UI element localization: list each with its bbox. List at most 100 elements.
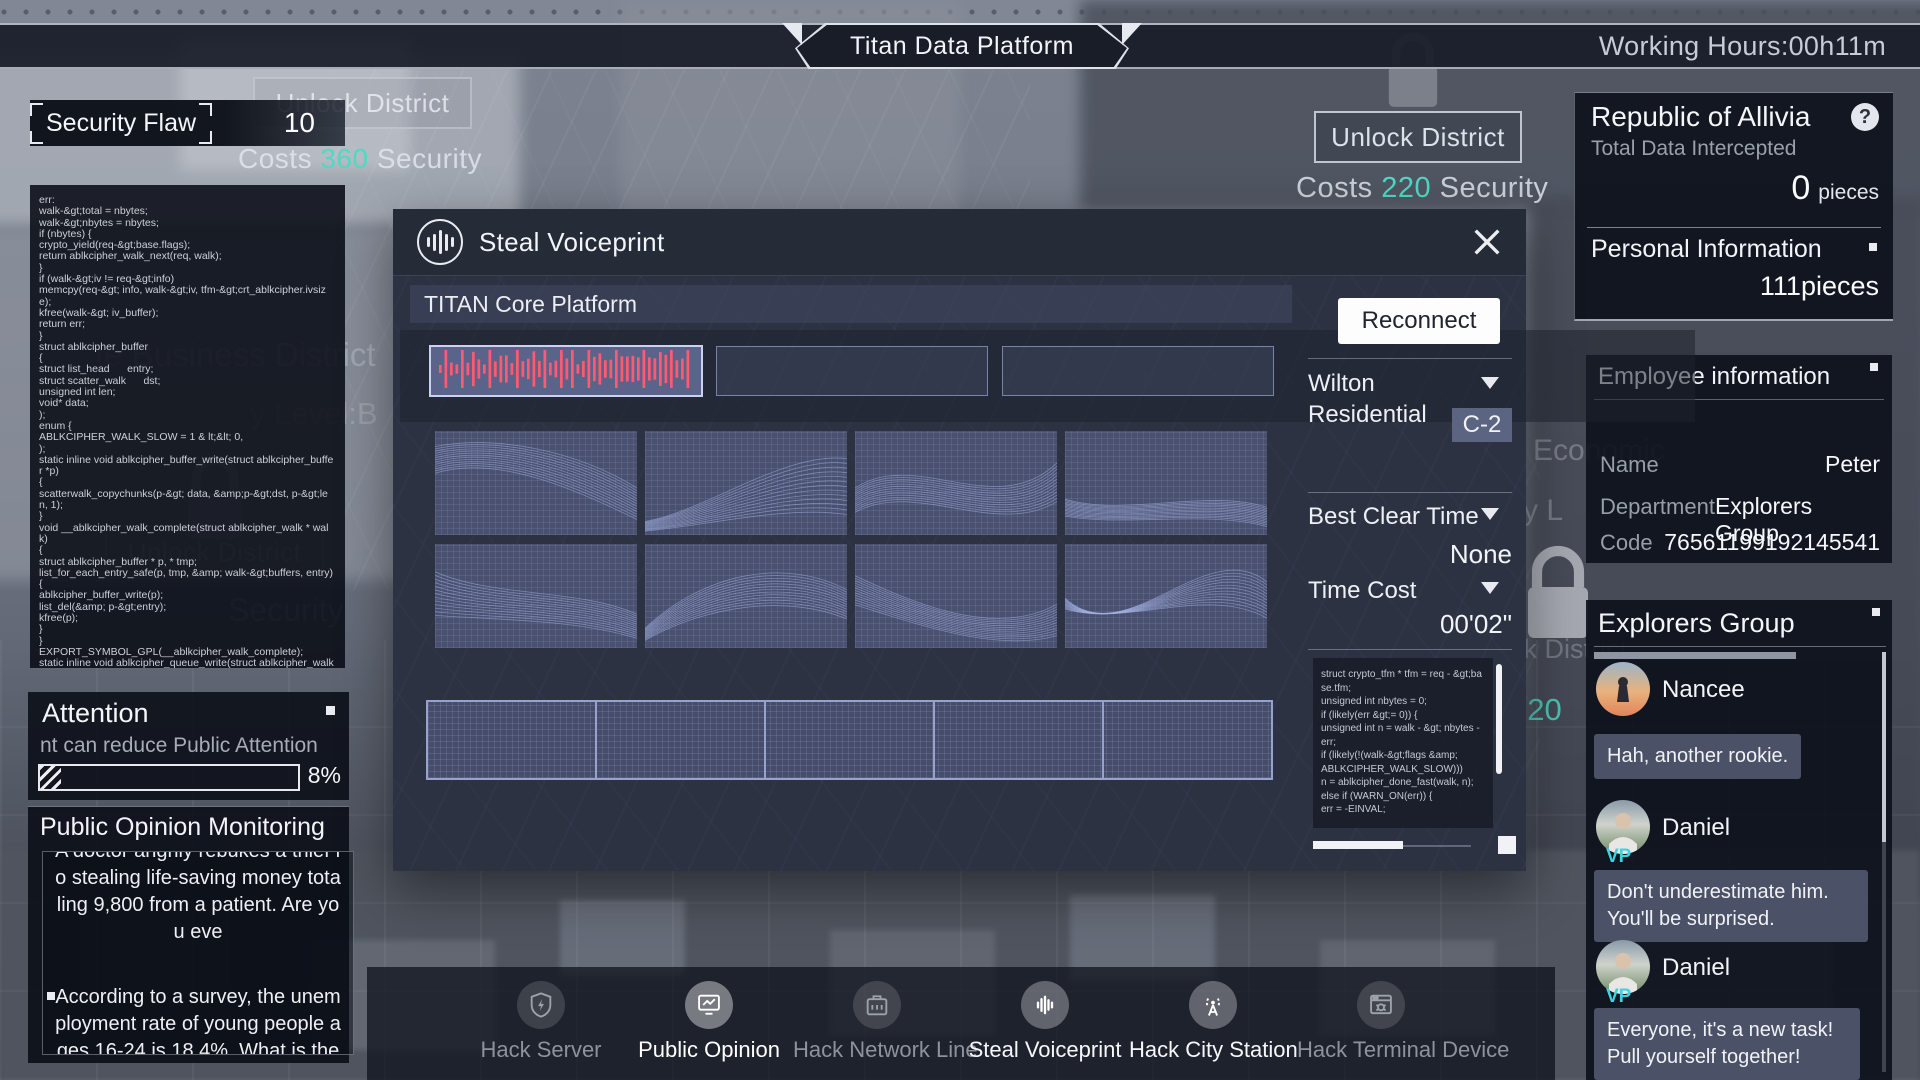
waveform-thumbnail[interactable] xyxy=(645,544,847,648)
divider xyxy=(1594,646,1886,647)
divider xyxy=(1308,358,1512,359)
total-data-value: 0 pieces xyxy=(1791,169,1879,208)
security-flaw-label: Security Flaw xyxy=(46,109,196,137)
public-opinion-panel: Public Opinion Monitoring A doctor angri… xyxy=(28,806,349,1063)
vp-badge: VP xyxy=(1606,986,1631,1008)
timeline-segment xyxy=(597,702,766,778)
chat-sender-name: Nancee xyxy=(1662,676,1745,704)
hack-toolbar: Hack Server Public Opinion Hack Network … xyxy=(367,967,1555,1080)
toolbar-item-hack-terminal-device[interactable]: Hack Terminal Device xyxy=(1297,981,1465,1063)
employee-row: Code 76561199192145541 xyxy=(1600,529,1880,556)
chat-scroll-indicator[interactable] xyxy=(1594,652,1796,659)
attention-progress-bar xyxy=(38,764,300,791)
divider xyxy=(1308,649,1512,650)
personal-information-title: Personal Information xyxy=(1591,235,1822,264)
code-stream-panel: err: walk-&gt;total = nbytes; walk-&gt;n… xyxy=(30,185,345,668)
attention-marquee: nt can reduce Public Attention xyxy=(40,734,330,758)
bullet-square-icon xyxy=(47,992,55,1000)
chat-sender-name: Daniel xyxy=(1662,814,1730,842)
waveform-thumbnail[interactable] xyxy=(1065,544,1267,648)
toolbar-item-public-opinion[interactable]: Public Opinion xyxy=(625,981,793,1063)
country-subtitle: Total Data Intercepted xyxy=(1591,137,1796,161)
unlock-district-button[interactable]: Unlock District xyxy=(1314,111,1522,163)
waveform-thumbnail[interactable] xyxy=(855,431,1057,535)
toolbar-item-steal-voiceprint[interactable]: Steal Voiceprint xyxy=(961,981,1129,1063)
toolbar-item-hack-server[interactable]: Hack Server xyxy=(457,981,625,1063)
cost-220-text: Costs 220 Security xyxy=(1296,172,1548,205)
chat-bubble: Don't underestimate him. You'll be surpr… xyxy=(1594,870,1868,942)
public-opinion-feed[interactable]: A doctor angrily rebukes a thief fo stea… xyxy=(42,851,354,1055)
badge-left-ornament xyxy=(782,23,802,45)
country-name: Republic of Allivia xyxy=(1591,101,1810,133)
time-cost-value: 00'02" xyxy=(1308,609,1512,640)
cost-360-text: Costs 360 Security xyxy=(238,143,482,175)
help-icon[interactable]: ? xyxy=(1851,103,1879,131)
voiceprint-icon xyxy=(417,219,463,265)
timeline-strip[interactable] xyxy=(426,700,1273,780)
timeline-segment xyxy=(766,702,935,778)
divider xyxy=(1587,227,1881,228)
attention-progress-fill xyxy=(40,766,61,789)
toolbar-item-hack-city-station[interactable]: Hack City Station xyxy=(1129,981,1297,1063)
monitor-chart-icon xyxy=(695,991,723,1019)
waveform-thumbnail[interactable] xyxy=(645,431,847,535)
modal-header: Steal Voiceprint xyxy=(393,209,1526,276)
personal-information-count: 111pieces xyxy=(1760,271,1879,302)
section-corner-square xyxy=(1869,243,1877,251)
best-clear-time-value: None xyxy=(1308,539,1512,570)
chat-bubble: Hah, another rookie. xyxy=(1594,734,1801,779)
steal-voiceprint-modal: Steal Voiceprint TITAN Core Platform xyxy=(393,209,1526,871)
close-icon[interactable] xyxy=(1470,225,1504,259)
code-stream-text: err: walk-&gt;total = nbytes; walk-&gt;n… xyxy=(39,195,336,668)
attention-panel: Attention nt can reduce Public Attention… xyxy=(28,692,349,800)
badge-right-ornament xyxy=(1122,23,1142,45)
network-device-icon xyxy=(863,991,891,1019)
platform-title: Titan Data Platform xyxy=(850,32,1074,61)
horizontal-scrollbar-thumb[interactable] xyxy=(1313,841,1403,849)
chevron-down-icon[interactable] xyxy=(1481,377,1499,389)
toolbar-item-hack-network-line[interactable]: Hack Network Line xyxy=(793,981,961,1063)
attention-corner-square xyxy=(326,706,335,715)
shield-bolt-icon xyxy=(527,991,555,1019)
chevron-down-icon[interactable] xyxy=(1481,582,1499,594)
working-hours: Working Hours:00h11m xyxy=(1599,31,1886,62)
divider xyxy=(1308,492,1512,493)
voice-sample-slot-2[interactable] xyxy=(716,346,988,396)
section-corner-square xyxy=(1872,608,1880,616)
chat-sender-name: Daniel xyxy=(1662,954,1730,982)
expand-handle[interactable] xyxy=(1498,836,1516,854)
country-data-panel: Republic of Allivia ? Total Data Interce… xyxy=(1574,92,1893,321)
waveform-thumbnail[interactable] xyxy=(1065,431,1267,535)
game-screen: Unlock District Costs 360 Security te Bu… xyxy=(0,0,1920,1080)
security-flaw-label-wrap: Security Flaw xyxy=(30,103,212,144)
employee-row: Name Peter xyxy=(1600,451,1880,478)
radio-tower-icon xyxy=(1199,991,1227,1019)
district-code-badge[interactable]: C-2 xyxy=(1452,408,1512,442)
intercept-code-text: struct crypto_tfm * tfm = req - &gt;base… xyxy=(1321,668,1485,817)
opinion-item: A doctor angrily rebukes a thief fo stea… xyxy=(53,851,343,946)
waveform-thumbnail[interactable] xyxy=(435,544,637,648)
timeline-segment xyxy=(428,702,597,778)
timeline-segment xyxy=(935,702,1104,778)
vertical-scrollbar[interactable] xyxy=(1496,664,1502,774)
public-opinion-title: Public Opinion Monitoring xyxy=(40,813,325,842)
chat-scrollbar-thumb[interactable] xyxy=(1882,652,1886,842)
intercept-code-box[interactable]: struct crypto_tfm * tfm = req - &gt;base… xyxy=(1313,658,1493,828)
waveform-thumbnail[interactable] xyxy=(855,544,1057,648)
avatar[interactable] xyxy=(1596,662,1650,716)
voice-sample-slot-3[interactable] xyxy=(1002,346,1274,396)
red-waveform xyxy=(431,347,697,391)
platform-title-badge: Titan Data Platform xyxy=(795,23,1129,69)
attention-title: Attention xyxy=(42,698,149,729)
chevron-down-icon[interactable] xyxy=(1481,508,1499,520)
attention-percent: 8% xyxy=(308,762,341,789)
waveform-thumbnail[interactable] xyxy=(435,431,637,535)
voiceprint-icon xyxy=(1031,991,1059,1019)
chat-bubble: Everyone, it's a new task! Pull yourself… xyxy=(1594,1008,1860,1080)
reconnect-button[interactable]: Reconnect xyxy=(1338,298,1500,344)
vp-badge: VP xyxy=(1606,846,1631,868)
modal-title: Steal Voiceprint xyxy=(479,227,664,258)
voice-sample-slot-1[interactable] xyxy=(429,345,703,397)
section-corner-square xyxy=(1870,363,1878,371)
group-chat-panel: Explorers Group Nancee Hah, another rook… xyxy=(1586,600,1892,1080)
